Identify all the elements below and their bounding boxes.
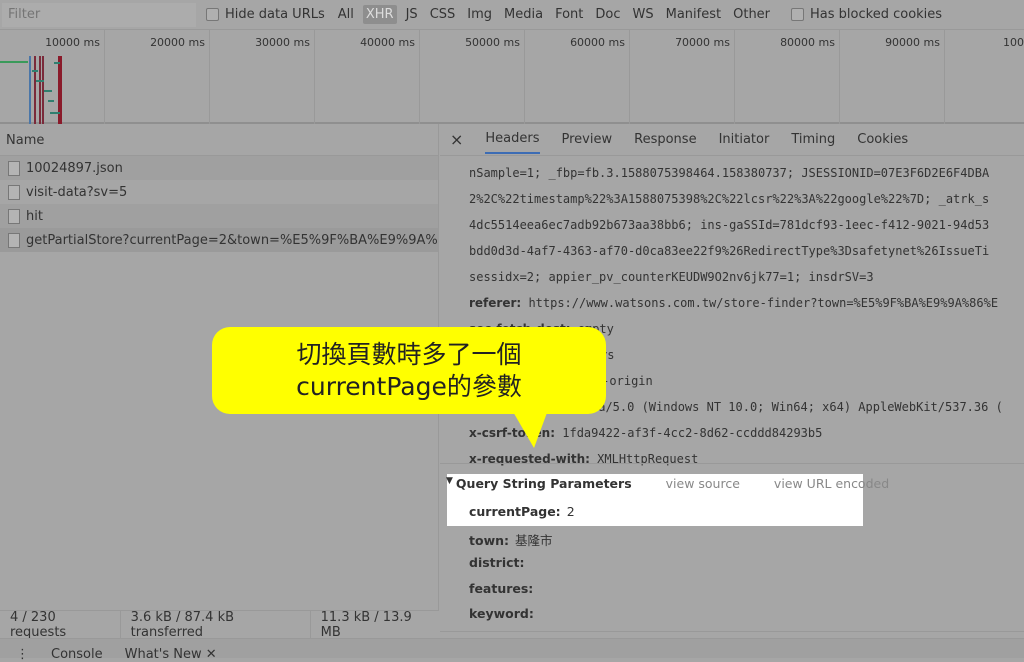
type-filter-other[interactable]: Other <box>730 5 773 24</box>
triangle-down-icon: ▼ <box>446 476 453 486</box>
header-value: https://www.watsons.com.tw/store-finder?… <box>528 296 999 310</box>
request-row[interactable]: visit-data?sv=5 <box>0 180 438 204</box>
checkbox-label: Hide data URLs <box>225 7 325 22</box>
file-icon <box>8 208 20 224</box>
type-filter-media[interactable]: Media <box>501 5 546 24</box>
cookie-line: bdd0d3d-4af7-4363-af70-d0ca83ee22f9%26Re… <box>469 244 990 258</box>
filter-input[interactable] <box>2 2 196 27</box>
timeline-tick: 100000 <box>945 30 1024 124</box>
type-filter-font[interactable]: Font <box>552 5 586 24</box>
type-filter-ws[interactable]: WS <box>630 5 657 24</box>
header-row: x-requested-with: XMLHttpRequest <box>469 446 698 472</box>
request-row[interactable]: hit <box>0 204 438 228</box>
callout-pointer <box>512 410 548 448</box>
header-value: Mozilla/5.0 (Windows NT 10.0; Win64; x64… <box>554 400 1003 414</box>
param-name: district: <box>469 555 525 570</box>
type-filter-xhr[interactable]: XHR <box>362 5 397 24</box>
param-value: 基隆市 <box>515 532 553 548</box>
timeline-tick: 50000 ms <box>420 30 525 124</box>
timeline-tick: 10000 ms <box>0 30 105 124</box>
file-icon <box>8 232 20 248</box>
network-toolbar: Hide data URLs All XHR JS CSS Img Media Font Do… <box>0 0 1024 30</box>
file-icon <box>8 160 20 176</box>
param-name: keyword: <box>469 606 534 621</box>
type-filter-all[interactable]: All <box>335 5 357 24</box>
section-title: Query String Parameters <box>455 476 632 491</box>
detail-tabs: × Headers Preview Response Initiator Timing C… <box>440 124 1024 156</box>
timeline-tick: 80000 ms <box>735 30 840 124</box>
tab-response[interactable]: Response <box>634 132 696 147</box>
request-name: visit-data?sv=5 <box>26 184 128 200</box>
query-param-row: town: 基隆市 <box>469 530 553 549</box>
name-column-header[interactable]: Name <box>0 124 438 156</box>
timeline-tick: 30000 ms <box>210 30 315 124</box>
divider <box>440 631 1024 632</box>
drawer-tab-whats-new[interactable]: What's New ✕ <box>125 647 217 662</box>
drawer-tab-console[interactable]: Console <box>51 647 103 662</box>
status-bar: 4 / 230 requests 3.6 kB / 87.4 kB transf… <box>0 609 439 640</box>
tab-cookies[interactable]: Cookies <box>857 132 908 147</box>
request-count: 4 / 230 requests <box>0 609 121 640</box>
type-filter-img[interactable]: Img <box>464 5 495 24</box>
blocked-cookies-checkbox[interactable]: Has blocked cookies <box>791 7 942 22</box>
query-string-section-header[interactable]: ▼ Query String Parameters view source vi… <box>446 476 889 491</box>
transferred-size: 3.6 kB / 87.4 kB transferred <box>121 609 311 640</box>
request-row[interactable]: 10024897.json <box>0 156 438 180</box>
callout-line-2: currentPage的參數 <box>296 372 522 401</box>
timeline-tick: 60000 ms <box>525 30 630 124</box>
tab-initiator[interactable]: Initiator <box>719 132 770 147</box>
tab-headers[interactable]: Headers <box>485 125 540 154</box>
type-filters: All XHR JS CSS Img Media Font Doc WS Manifest Othe… <box>335 5 773 24</box>
query-param-row: currentPage: 2 <box>469 504 575 519</box>
request-row[interactable]: getPartialStore?currentPage=2&town=%E5%9… <box>0 228 438 252</box>
divider <box>440 463 1024 464</box>
query-param-row: keyword: <box>469 606 540 621</box>
annotation-callout: 切換頁數時多了一個 currentPage的參數 <box>212 327 606 414</box>
query-param-row: district: <box>469 555 530 570</box>
type-filter-doc[interactable]: Doc <box>592 5 623 24</box>
timeline-tick: 40000 ms <box>315 30 420 124</box>
network-overview-timeline[interactable]: 10000 ms 20000 ms 30000 ms 40000 ms 50000 ms… <box>0 30 1024 124</box>
header-row: referer: https://www.watsons.com.tw/stor… <box>469 290 998 316</box>
header-name: referer: <box>469 296 522 310</box>
type-filter-js[interactable]: JS <box>403 5 421 24</box>
header-value: 1fda9422-af3f-4cc2-8d62-ccddd84293b5 <box>562 426 823 440</box>
cookie-line: 4dc5514eea6ec7adb92b673aa38bb6; ins-gaSS… <box>469 218 990 232</box>
param-name: town: <box>469 532 510 548</box>
type-filter-manifest[interactable]: Manifest <box>663 5 724 24</box>
request-name: hit <box>26 208 43 224</box>
file-icon <box>8 184 20 200</box>
param-name: features: <box>469 580 534 596</box>
checkbox-icon <box>791 8 805 21</box>
cookie-line: nSample=1; _fbp=fb.3.1588075398464.15838… <box>469 166 990 180</box>
timeline-tick: 20000 ms <box>105 30 210 124</box>
close-icon[interactable]: × <box>450 130 463 149</box>
timeline-tick: 90000 ms <box>840 30 945 124</box>
tab-preview[interactable]: Preview <box>562 132 613 147</box>
drawer-menu-icon[interactable]: ⋮ <box>16 647 29 662</box>
hide-data-urls-checkbox[interactable]: Hide data URLs <box>206 7 325 22</box>
request-name: getPartialStore?currentPage=2&town=%E5%9… <box>26 232 438 248</box>
resource-size: 11.3 kB / 13.9 MB <box>320 609 412 640</box>
tab-timing[interactable]: Timing <box>791 132 835 147</box>
param-value: 2 <box>566 504 575 519</box>
param-name: currentPage: <box>469 504 561 519</box>
view-source-link[interactable]: view source <box>666 476 740 491</box>
request-name: 10024897.json <box>26 160 123 176</box>
cookie-line: sessidx=2; appier_pv_counterKEUDW9O2nv6j… <box>469 270 874 284</box>
checkbox-label: Has blocked cookies <box>810 7 943 22</box>
checkbox-icon <box>206 8 219 21</box>
drawer-tabs: ⋮ Console What's New ✕ <box>0 638 1024 662</box>
type-filter-css[interactable]: CSS <box>427 5 459 24</box>
cookie-line: 2%2C%22timestamp%22%3A1588075398%2C%22lc… <box>469 192 990 206</box>
query-param-row: features: <box>469 581 539 596</box>
timeline-tick: 70000 ms <box>630 30 735 124</box>
view-url-encoded-link[interactable]: view URL encoded <box>774 476 889 491</box>
callout-line-1: 切換頁數時多了一個 <box>296 340 522 369</box>
